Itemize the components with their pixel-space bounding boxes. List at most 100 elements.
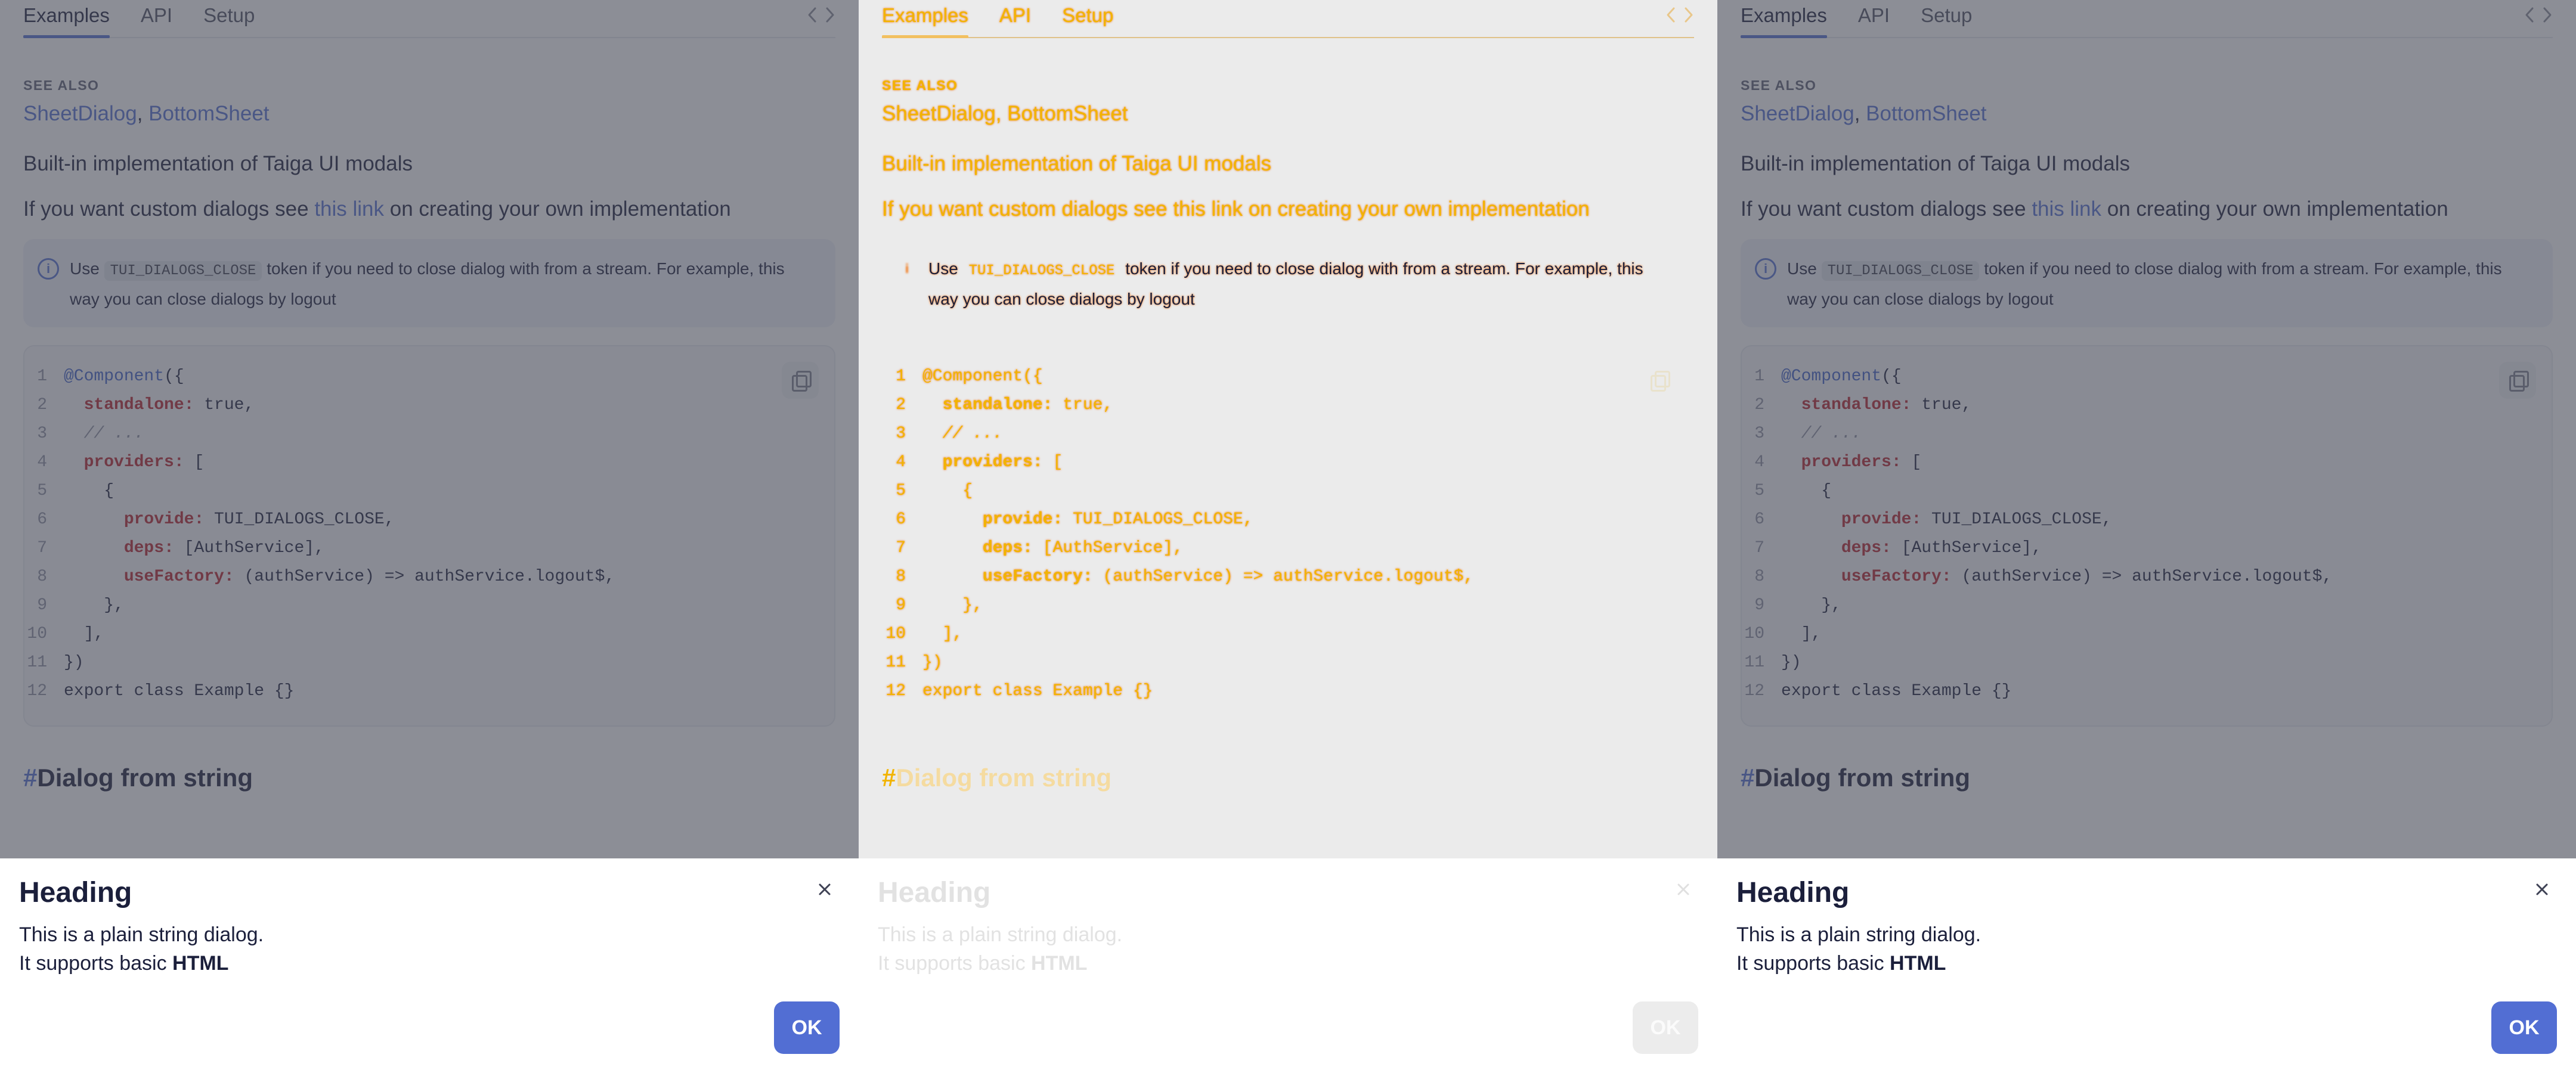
dialog-line-1: This is a plain string dialog. [1736, 923, 1981, 946]
line-number: 8 [896, 567, 906, 586]
dialog-line-2: It supports basic HTML [19, 949, 264, 978]
code-token: useFactory: [982, 567, 1093, 586]
close-icon[interactable] [1671, 877, 1695, 901]
code-example: 1@Component({2 standalone: true,3 // ...… [882, 345, 1694, 727]
code-token: ({ [1023, 367, 1043, 386]
dialog-heading: Heading [19, 877, 132, 908]
line-number: 2 [896, 395, 906, 414]
code-line: 4 providers: [ [883, 448, 1693, 476]
code-token: provide: [982, 510, 1063, 529]
close-icon[interactable] [2530, 877, 2554, 901]
see-also-links: SheetDialog, BottomSheet [882, 102, 1694, 126]
code-token: TUI_DIALOGS_CLOSE, [1063, 510, 1253, 529]
line-number: 5 [896, 481, 906, 500]
dialog-line-2-bold: HTML [1031, 952, 1088, 975]
section-heading: #Dialog from string [882, 764, 1694, 792]
code-token: deps: [982, 538, 1033, 557]
code-line: 1 @Component({ [883, 362, 1693, 390]
link-bottom-sheet[interactable]: BottomSheet [1007, 102, 1128, 125]
tab-api[interactable]: API [999, 5, 1031, 37]
tab-bar: Examples API Setup [882, 0, 1694, 38]
dialog-line-1: This is a plain string dialog. [19, 923, 264, 946]
line-number: 10 [886, 624, 906, 643]
line-number: 3 [896, 424, 906, 443]
docs-page: Examples API Setup SEE ALSO SheetDialog,… [859, 0, 1717, 858]
dialog-line-2: It supports basic HTML [878, 949, 1122, 978]
code-token: export class Example {} [922, 681, 1153, 700]
sheet-dialog: Heading This is a plain string dialog. I… [0, 858, 859, 1073]
code-line: 12 export class Example {} [883, 677, 1693, 705]
line-number: 12 [886, 681, 906, 700]
dialog-line-2: It supports basic HTML [1736, 949, 1981, 978]
info-notification: i Use TUI_DIALOGS_CLOSE token if you nee… [882, 239, 1694, 327]
code-line: 2 standalone: true, [883, 390, 1693, 419]
line-number: 4 [896, 452, 906, 472]
code-token: providers: [942, 452, 1043, 472]
code-token: }, [922, 596, 983, 615]
component-description: Built-in implementation of Taiga UI moda… [882, 152, 1272, 175]
dialog-line-2-prefix: It supports basic [19, 952, 173, 975]
code-brackets-icon[interactable] [1665, 6, 1694, 24]
line-number: 9 [896, 596, 906, 615]
custom-note-prefix: If you want custom dialogs see [882, 197, 1174, 221]
line-number: 1 [896, 367, 906, 386]
code-token: standalone: [942, 395, 1053, 414]
tab-examples[interactable]: Examples [882, 5, 968, 38]
code-token: { [922, 481, 973, 500]
dialog-line-1: This is a plain string dialog. [878, 923, 1123, 946]
this-link[interactable]: this link [1173, 197, 1243, 221]
tab-setup[interactable]: Setup [1062, 5, 1113, 37]
code-token: (authService) => authService.logout$, [1092, 567, 1474, 586]
dialog-content: This is a plain string dialog. It suppor… [878, 920, 1122, 978]
code-line: 11}) [883, 648, 1693, 677]
dialog-line-2-prefix: It supports basic [878, 952, 1032, 975]
code-token: true, [1052, 395, 1113, 414]
code-lines: 1@Component({2 standalone: true,3 // ...… [883, 362, 1693, 705]
close-icon[interactable] [813, 877, 837, 901]
anchor-hash[interactable]: # [882, 764, 896, 792]
see-also-label: SEE ALSO [882, 77, 958, 93]
code-line: 8 useFactory: (authService) => authServi… [883, 562, 1693, 591]
code-token: @Component [922, 367, 1023, 386]
code-line: 6 provide: TUI_DIALOGS_CLOSE, [883, 505, 1693, 534]
code-line: 7 deps: [AuthService], [883, 534, 1693, 562]
dialog-content: This is a plain string dialog. It suppor… [19, 920, 264, 978]
dialog-line-2-bold: HTML [172, 952, 229, 975]
dialog-heading: Heading [1736, 877, 1850, 908]
notice-prefix: Use [928, 259, 963, 278]
section-title: Dialog from string [896, 764, 1112, 792]
dialog-line-2-bold: HTML [1890, 952, 1946, 975]
dialog-heading: Heading [878, 877, 991, 908]
ok-button[interactable]: OK [1633, 1001, 1698, 1054]
copy-icon[interactable] [1640, 362, 1677, 399]
sheet-dialog: Heading This is a plain string dialog. I… [1717, 858, 2576, 1073]
dialog-backdrop[interactable] [0, 0, 859, 858]
dialog-backdrop[interactable] [1717, 0, 2576, 858]
code-line: 3 // ... [883, 419, 1693, 448]
code-token: [AuthService], [1032, 538, 1183, 557]
line-number: 6 [896, 510, 906, 529]
custom-dialogs-note: If you want custom dialogs see this link… [882, 197, 1694, 221]
code-line: 9 }, [883, 591, 1693, 619]
ok-button[interactable]: OK [774, 1001, 840, 1054]
ok-button[interactable]: OK [2491, 1001, 2557, 1054]
dialog-line-2-prefix: It supports basic [1736, 952, 1890, 975]
line-number: 7 [896, 538, 906, 557]
code-line: 5 { [883, 476, 1693, 505]
code-token: }) [922, 653, 943, 672]
dialog-content: This is a plain string dialog. It suppor… [1736, 920, 1981, 978]
code-token: ], [922, 624, 963, 643]
see-also-separator: , [995, 102, 1002, 125]
line-number: 11 [886, 653, 906, 672]
screen-panel-left: Examples API Setup SEE ALSO SheetDialog,… [0, 0, 859, 1073]
code-token: // ... [942, 424, 1003, 443]
sheet-dialog: Heading This is a plain string dialog. I… [859, 858, 1717, 1073]
link-sheet-dialog[interactable]: SheetDialog [882, 102, 996, 125]
custom-note-suffix: on creating your own implementation [1243, 197, 1590, 221]
screen-panel-right: Examples API Setup SEE ALSO SheetDialog,… [1717, 0, 2576, 1073]
